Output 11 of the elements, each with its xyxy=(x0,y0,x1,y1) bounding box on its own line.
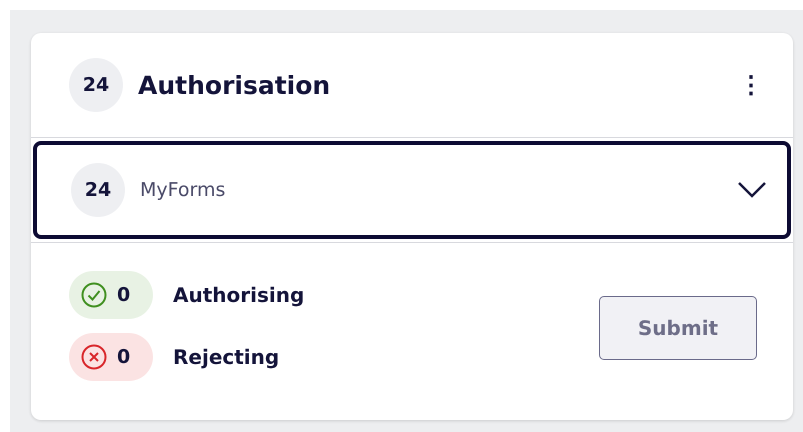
count-pill: 0 xyxy=(69,332,153,380)
chevron-icon xyxy=(737,181,767,199)
cross-circle-icon xyxy=(81,344,107,370)
tally-label: Authorising xyxy=(173,282,304,306)
menu-button[interactable]: ⋮ xyxy=(733,70,769,100)
tally-label: Rejecting xyxy=(173,344,280,368)
forms-dropdown[interactable]: 24 MyForms xyxy=(33,141,791,239)
count-pill: 0 xyxy=(69,270,153,318)
card-title: Authorisation xyxy=(138,70,332,100)
check-circle-icon xyxy=(81,282,107,308)
count-badge: 24 xyxy=(69,58,123,112)
